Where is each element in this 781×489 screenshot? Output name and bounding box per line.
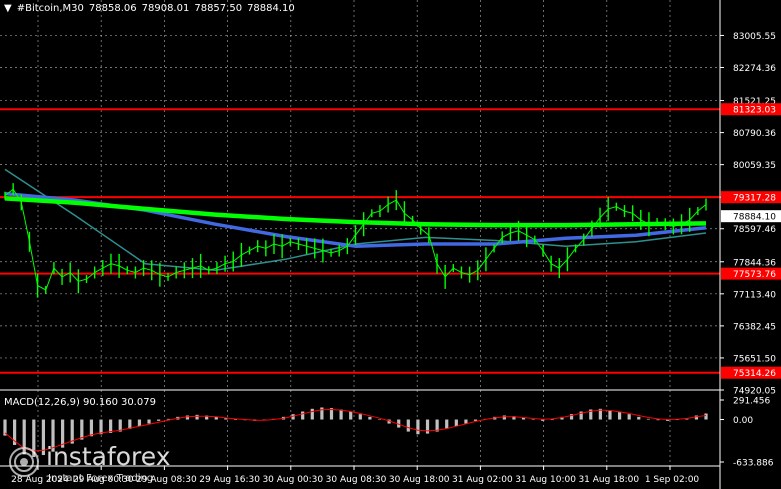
macd-histogram-bar — [233, 419, 238, 421]
y-tick-label: 75651.50 — [733, 354, 776, 364]
macd-histogram-bar — [99, 419, 103, 435]
macd-histogram-bar — [637, 416, 641, 420]
dropdown-triangle-icon[interactable]: ▼ — [4, 3, 12, 14]
macd-name: MACD(12,26,9) — [4, 397, 80, 408]
macd-histogram-bar — [377, 419, 382, 421]
macd-histogram-bar — [464, 419, 468, 424]
macd-tick-label: 291.456 — [733, 397, 770, 407]
macd-header: MACD(12,26,9) 90.160 30.079 — [4, 397, 159, 408]
macd-histogram-bar — [473, 419, 478, 421]
chart-header: ▼ #Bitcoin,M30 78858.06 78908.01 78857.50 788… — [4, 3, 300, 14]
macd-histogram-bar — [109, 419, 113, 433]
macd-histogram-bar — [166, 418, 170, 420]
x-tick-label: 30 Aug 08:30 — [326, 475, 387, 485]
symbol-label: #Bitcoin,M30 — [16, 3, 84, 14]
macd-histogram-bar — [339, 409, 343, 420]
chart-canvas: 83005.5582274.3681521.2580790.3680059.35… — [0, 0, 781, 489]
x-tick-label: 30 Aug 00:30 — [262, 475, 323, 485]
current-price-label: 78884.10 — [733, 213, 776, 223]
level-label: 81323.03 — [733, 106, 776, 116]
level-label: 79317.28 — [733, 194, 776, 204]
macd-histogram-bar — [137, 419, 142, 427]
y-tick-label: 80059.35 — [733, 161, 776, 171]
level-label: 75314.26 — [733, 369, 776, 379]
y-tick-label: 77844.36 — [733, 258, 776, 268]
close-value: 78884.10 — [247, 3, 295, 14]
macd-histogram-bar — [502, 415, 506, 420]
y-tick-label: 82274.36 — [733, 64, 776, 74]
macd-histogram-bar — [147, 419, 151, 424]
macd-histogram-bar — [608, 410, 612, 420]
watermark-brand: instaforex — [46, 442, 171, 471]
macd-tick-label: 0.00 — [733, 416, 753, 426]
level-label: 77573.76 — [733, 270, 776, 280]
macd-tick-label: -633.886 — [733, 459, 774, 469]
macd-histogram-bar — [627, 414, 631, 420]
macd-histogram-bar — [454, 419, 458, 427]
y-tick-label: 83005.55 — [733, 32, 776, 42]
x-tick-label: 29 Aug 16:30 — [199, 475, 260, 485]
macd-histogram-bar — [349, 411, 353, 420]
macd-signal-value: 30.079 — [120, 397, 156, 408]
y-tick-label: 76382.45 — [733, 322, 776, 332]
y-tick-label: 80790.36 — [733, 129, 776, 139]
macd-histogram-bar — [646, 418, 650, 420]
macd-histogram-bar — [541, 419, 545, 421]
macd-histogram-bar — [157, 419, 161, 421]
macd-histogram-bar — [445, 419, 449, 429]
watermark-tagline: Instant Forex Trading — [48, 473, 154, 484]
macd-histogram-bar — [368, 416, 372, 420]
x-tick-label: 31 Aug 18:00 — [578, 475, 639, 485]
macd-histogram-bar — [185, 415, 190, 420]
macd-histogram-bar — [425, 419, 430, 434]
x-tick-label: 31 Aug 02:00 — [452, 475, 513, 485]
instaforex-logo-icon — [9, 447, 39, 477]
high-value: 78908.01 — [141, 3, 190, 14]
macd-histogram-bar — [704, 413, 708, 420]
macd-histogram-bar — [406, 419, 410, 432]
macd-histogram-bar — [89, 419, 94, 437]
x-tick-label: 30 Aug 18:00 — [389, 475, 450, 485]
x-tick-label: 1 Sep 02:00 — [645, 475, 700, 485]
open-value: 78858.06 — [88, 3, 137, 14]
x-tick-label: 31 Aug 10:00 — [515, 475, 576, 485]
low-value: 78857.50 — [194, 3, 243, 14]
macd-histogram-bar — [195, 414, 199, 420]
macd-histogram-bar — [694, 415, 698, 420]
y-tick-label: 74920.05 — [733, 387, 776, 397]
macd-histogram-bar — [416, 419, 420, 435]
macd-histogram-bar — [617, 412, 622, 420]
macd-histogram-bar — [310, 408, 314, 420]
macd-main-value: 90.160 — [82, 397, 118, 408]
macd-histogram-bar — [70, 419, 74, 444]
macd-histogram-bar — [301, 411, 305, 420]
y-tick-label: 78597.46 — [733, 225, 776, 235]
macd-histogram-bar — [80, 419, 84, 440]
macd-histogram-bar — [358, 414, 362, 420]
y-tick-label: 77113.40 — [733, 290, 776, 300]
macd-histogram-bar — [550, 419, 554, 421]
macd-histogram-bar — [656, 419, 660, 421]
macd-histogram-bar — [531, 419, 535, 421]
